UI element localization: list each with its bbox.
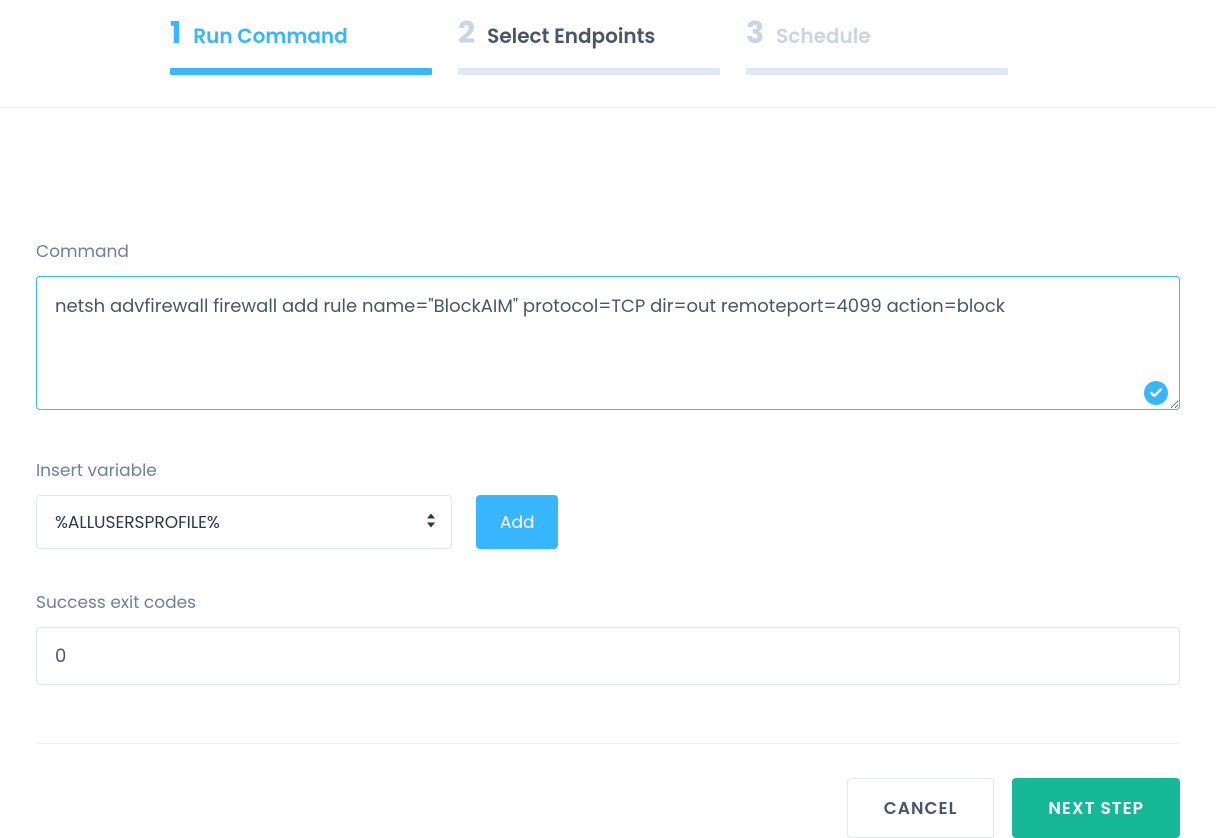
add-variable-button[interactable]: Add [476, 495, 558, 549]
step-label: Schedule [776, 21, 870, 51]
footer-actions: CANCEL NEXT STEP [36, 743, 1180, 838]
step-label: Run Command [193, 21, 347, 51]
variable-select-wrap: %ALLUSERSPROFILE% [36, 495, 452, 549]
insert-variable-group: Insert variable %ALLUSERSPROFILE% Add [36, 457, 1180, 549]
step-progress-bar [170, 68, 432, 75]
exit-codes-input[interactable] [36, 627, 1180, 685]
step-progress-bar [458, 68, 720, 75]
command-wrap [36, 276, 1180, 417]
command-label: Command [36, 238, 1180, 264]
step-1[interactable]: 1 Run Command [170, 10, 432, 75]
step-number: 2 [458, 10, 475, 56]
step-label: Select Endpoints [487, 21, 655, 51]
step-number: 1 [170, 10, 181, 56]
step-3[interactable]: 3 Schedule [746, 10, 1008, 75]
exit-codes-label: Success exit codes [36, 589, 1180, 615]
next-step-button[interactable]: NEXT STEP [1012, 778, 1180, 838]
step-number: 3 [746, 10, 764, 56]
exit-codes-group: Success exit codes [36, 589, 1180, 685]
insert-variable-label: Insert variable [36, 457, 1180, 483]
form-area: Command Insert variable %ALLUSERSPROFILE… [0, 108, 1216, 685]
cancel-button[interactable]: CANCEL [847, 778, 995, 838]
step-2[interactable]: 2 Select Endpoints [458, 10, 720, 75]
step-progress-bar [746, 68, 1008, 75]
insert-variable-row: %ALLUSERSPROFILE% Add [36, 495, 1180, 549]
command-textarea[interactable] [36, 276, 1180, 410]
wizard-stepper: 1 Run Command 2 Select Endpoints 3 Schedule [0, 0, 1216, 75]
command-group: Command [36, 238, 1180, 417]
variable-select[interactable]: %ALLUSERSPROFILE% [36, 495, 452, 549]
